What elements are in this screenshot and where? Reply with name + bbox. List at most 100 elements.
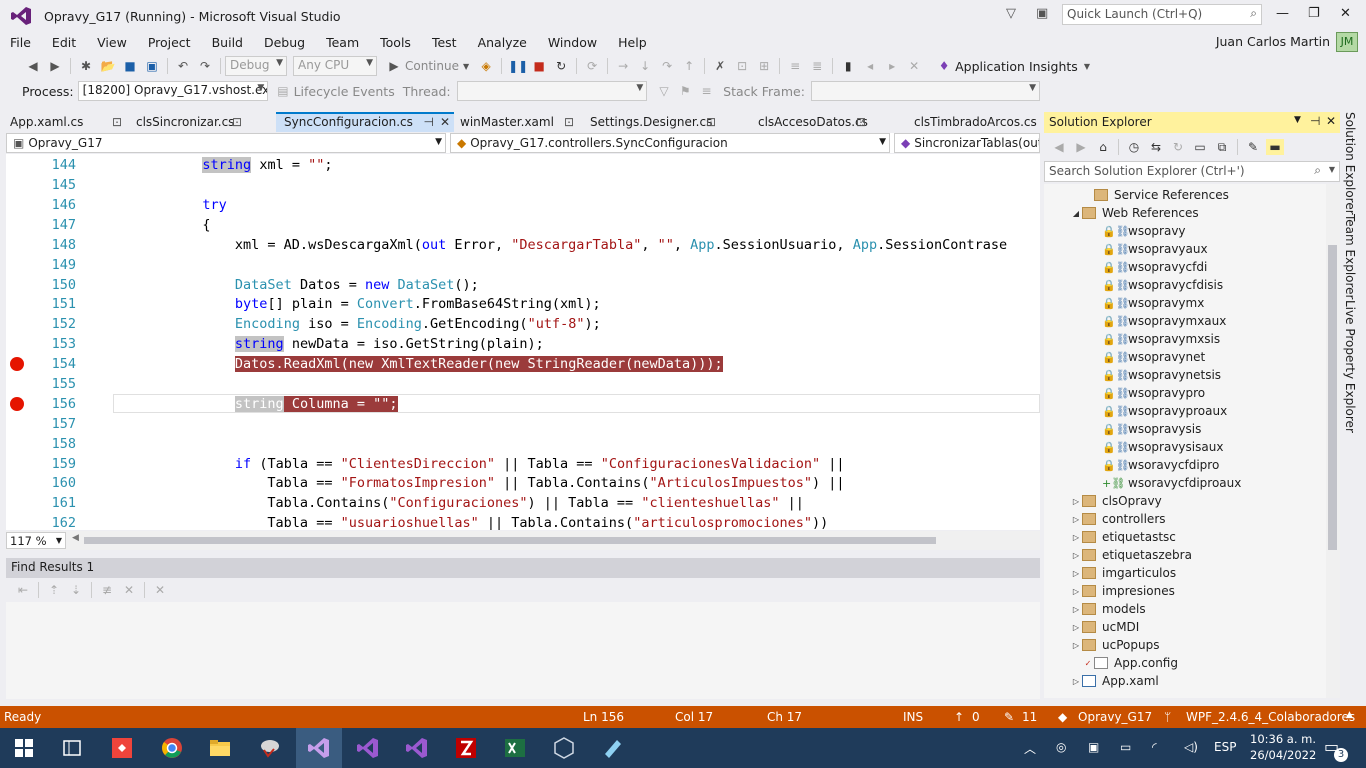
stack-icon[interactable]: ≡: [698, 83, 715, 99]
new-project-icon[interactable]: ✱: [77, 58, 95, 74]
tab-cls-acceso-datos[interactable]: clsAccesoDatos.cs ⊡: [750, 112, 906, 132]
flag-icon[interactable]: ⚑: [677, 83, 694, 99]
avatar[interactable]: JM: [1336, 32, 1358, 52]
side-tab-team-explorer[interactable]: Team Explorer: [1343, 214, 1357, 300]
tree-item[interactable]: ▷ clsOpravy: [1070, 494, 1162, 508]
tree-item[interactable]: ◢ Web References: [1070, 206, 1199, 220]
code-line[interactable]: Tabla.Contains("Configuraciones") || Tab…: [113, 495, 803, 511]
stop-find-icon[interactable]: ✕: [151, 582, 169, 598]
tree-item[interactable]: +⛓ wsoravycfdiproaux: [1102, 476, 1241, 490]
tree-item[interactable]: ▷ ucMDI: [1070, 620, 1139, 634]
delete-icon[interactable]: ✕: [120, 582, 138, 598]
tree-item[interactable]: Service References: [1082, 188, 1229, 202]
tree-item[interactable]: ▷ App.xaml: [1070, 674, 1159, 688]
tree-item[interactable]: 🔒⛓ wsopravyaux: [1102, 242, 1208, 256]
hot-reload-icon[interactable]: ⟳: [583, 58, 601, 74]
arrow-up-icon[interactable]: ↑: [954, 710, 964, 724]
line-gutter[interactable]: 144 145 146 147 148 149 150 151 152 153 …: [6, 154, 112, 530]
side-tab-solution-explorer[interactable]: Solution Explorer: [1343, 112, 1357, 215]
save-all-icon[interactable]: ▣: [143, 58, 161, 74]
battery-icon[interactable]: ▭: [1120, 740, 1131, 754]
code-line[interactable]: DataSet Datos = new DataSet();: [113, 277, 479, 293]
class-select[interactable]: ◆ Opravy_G17.controllers.SyncConfiguracio…: [450, 133, 890, 153]
menu-analyze[interactable]: Analyze: [478, 35, 527, 50]
app-insights-button[interactable]: Application Insights: [955, 59, 1078, 74]
anydesk-icon[interactable]: [110, 736, 134, 760]
member-select[interactable]: ◆SincronizarTablas(out str: [894, 133, 1040, 153]
chevron-up-icon[interactable]: ︿: [1024, 740, 1036, 757]
home-icon[interactable]: ⌂: [1094, 139, 1112, 155]
forward-icon[interactable]: ▶: [46, 58, 64, 74]
tab-app-xaml-cs[interactable]: App.xaml.cs ⊡: [2, 112, 128, 132]
visual-studio-icon[interactable]: [307, 736, 331, 760]
tree-item[interactable]: 🔒⛓ wsoravycfdipro: [1102, 458, 1219, 472]
quick-launch-input[interactable]: Quick Launch (Ctrl+Q) ⌕: [1062, 4, 1262, 25]
filezilla-icon[interactable]: [454, 736, 478, 760]
solution-explorer-header[interactable]: Solution Explorer ▼ ⊣ ✕: [1044, 112, 1340, 133]
back-icon[interactable]: ◀: [1050, 139, 1068, 155]
code-line[interactable]: Tabla == "usuarioshuellas" || Tabla.Cont…: [113, 515, 828, 530]
tree-item[interactable]: ▷ models: [1070, 602, 1146, 616]
code-line[interactable]: Encoding iso = Encoding.GetEncoding("utf…: [113, 316, 601, 332]
user-name[interactable]: Juan Carlos Martin: [1216, 34, 1330, 49]
tree-item[interactable]: 🔒⛓ wsopravysisaux: [1102, 440, 1223, 454]
step-out-icon[interactable]: ↑: [680, 58, 698, 74]
volume-icon[interactable]: ◁): [1184, 740, 1198, 754]
history-icon[interactable]: ◷: [1125, 139, 1143, 155]
menu-file[interactable]: File: [10, 35, 31, 50]
save-icon[interactable]: ■: [121, 58, 139, 74]
scroll-thumb[interactable]: [84, 537, 936, 544]
restart-icon[interactable]: ↻: [552, 58, 570, 74]
next-bookmark-icon[interactable]: ▸: [883, 58, 901, 74]
tree-item[interactable]: 🔒⛓ wsopravymxsis: [1102, 332, 1220, 346]
tree-item[interactable]: 🔒⛓ wsopravycfdi: [1102, 260, 1207, 274]
file-explorer-icon[interactable]: [208, 736, 232, 760]
step-over-icon[interactable]: ↷: [658, 58, 676, 74]
branch-icon[interactable]: ᛘ: [1164, 710, 1171, 724]
menu-window[interactable]: Window: [548, 35, 597, 50]
tree-item[interactable]: 🔒⛓ wsopravynet: [1102, 350, 1205, 364]
tree-item[interactable]: ▷ imgarticulos: [1070, 566, 1176, 580]
menu-team[interactable]: Team: [326, 35, 359, 50]
step-into-icon[interactable]: ↓: [636, 58, 654, 74]
tree-item[interactable]: 🔒⛓ wsopravycfdisis: [1102, 278, 1223, 292]
tree-item[interactable]: 🔒⛓ wsopravysis: [1102, 422, 1201, 436]
breakpoints-icon[interactable]: ✗: [711, 58, 729, 74]
solution-tree[interactable]: Service References ◢ Web References 🔒⛓ wso…: [1044, 184, 1340, 698]
menu-edit[interactable]: Edit: [52, 35, 76, 50]
goto-icon[interactable]: ⇤: [14, 582, 32, 598]
clock-time[interactable]: 10:36 a. m.: [1250, 732, 1316, 746]
notification-count[interactable]: 3: [1334, 748, 1348, 762]
solution-search-input[interactable]: Search Solution Explorer (Ctrl+') ⌕ ▼: [1044, 161, 1340, 182]
hex-icon[interactable]: ⊡: [733, 58, 751, 74]
camera-icon[interactable]: ◎: [1056, 740, 1066, 754]
next-result-icon[interactable]: ⇣: [67, 582, 85, 598]
excel-icon[interactable]: [503, 736, 527, 760]
breakpoint-icon[interactable]: [10, 397, 24, 411]
tree-item[interactable]: 🔒⛓ wsopravymx: [1102, 296, 1204, 310]
platform-select[interactable]: Any CPU ▼: [293, 56, 377, 76]
bookmark-icon[interactable]: ▮: [839, 58, 857, 74]
find-results-panel[interactable]: [6, 602, 1040, 699]
tab-cls-timbrado-arcos[interactable]: clsTimbradoArcos.cs: [906, 112, 1040, 132]
tree-item[interactable]: 🔒⛓ wsopravymxaux: [1102, 314, 1226, 328]
undo-icon[interactable]: ↶: [174, 58, 192, 74]
clock-date[interactable]: 26/04/2022: [1250, 748, 1316, 762]
tree-item[interactable]: ✓ App.config: [1082, 656, 1178, 670]
meet-icon[interactable]: ▣: [1088, 740, 1099, 754]
stop-icon[interactable]: ■: [530, 58, 548, 74]
side-tab-live-property-explorer[interactable]: Live Property Explorer: [1343, 300, 1357, 433]
menu-view[interactable]: View: [97, 35, 127, 50]
close-tab-icon[interactable]: ✕: [440, 115, 450, 129]
sync-icon[interactable]: ⇆: [1147, 139, 1165, 155]
code-line[interactable]: try: [113, 197, 226, 213]
tab-cls-sincronizar[interactable]: clsSincronizar.cs ⊡: [128, 112, 276, 132]
filter-icon[interactable]: ▽: [1006, 6, 1016, 21]
comment-icon[interactable]: ≡: [786, 58, 804, 74]
scroll-left-icon[interactable]: ◀: [72, 533, 79, 543]
status-unpushed[interactable]: 0: [972, 710, 980, 724]
collapse-icon[interactable]: ▭: [1191, 139, 1209, 155]
visual-studio-icon[interactable]: [405, 736, 429, 760]
chrome-icon[interactable]: [160, 736, 184, 760]
chevron-down-icon[interactable]: ▼: [1084, 62, 1090, 71]
